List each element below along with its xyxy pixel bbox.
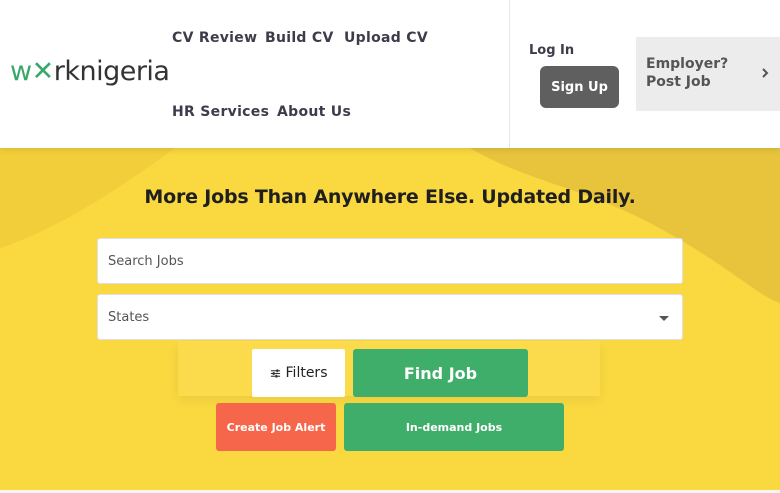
nav-hr-services[interactable]: HR Services [172,104,269,120]
logo-w: w [10,56,32,87]
create-job-alert-button[interactable]: Create Job Alert [216,403,336,451]
in-demand-jobs-button[interactable]: In-demand Jobs [344,403,564,451]
nav-build-cv[interactable]: Build CV [265,30,334,46]
search-jobs-placeholder: Search Jobs [108,253,184,269]
employer-label-line2: Post Job [646,74,711,90]
chevron-right-icon [762,68,769,78]
logo-rk: rk [53,56,80,87]
nav-about-us[interactable]: About Us [277,104,351,120]
login-link[interactable]: Log In [529,43,574,58]
find-job-button[interactable]: Find Job [353,349,528,397]
sliders-icon [270,368,280,378]
nav-cv-review[interactable]: CV Review [172,30,257,46]
states-placeholder: States [108,309,150,325]
employer-post-job-button[interactable]: Employer? Post Job [636,37,780,111]
header-divider [509,0,510,148]
logo-nigeria: nigeria [79,56,170,87]
employer-label-line1: Employer? [646,56,729,72]
states-select[interactable]: States [97,294,683,340]
hero-headline: More Jobs Than Anywhere Else. Updated Da… [144,186,636,208]
filters-label: Filters [285,365,328,381]
nav-upload-cv[interactable]: Upload CV [344,30,428,46]
search-jobs-input[interactable]: Search Jobs [97,238,683,284]
site-header: w✕rknigeria CV Review Build CV Upload CV… [0,0,780,148]
worknigeria-logo[interactable]: w✕rknigeria [10,56,170,87]
filters-button[interactable]: Filters [252,349,345,397]
logo-x-mark: ✕ [31,56,55,87]
signup-button[interactable]: Sign Up [540,66,619,108]
employer-label: Employer? Post Job [646,55,746,91]
caret-down-icon [659,316,669,321]
